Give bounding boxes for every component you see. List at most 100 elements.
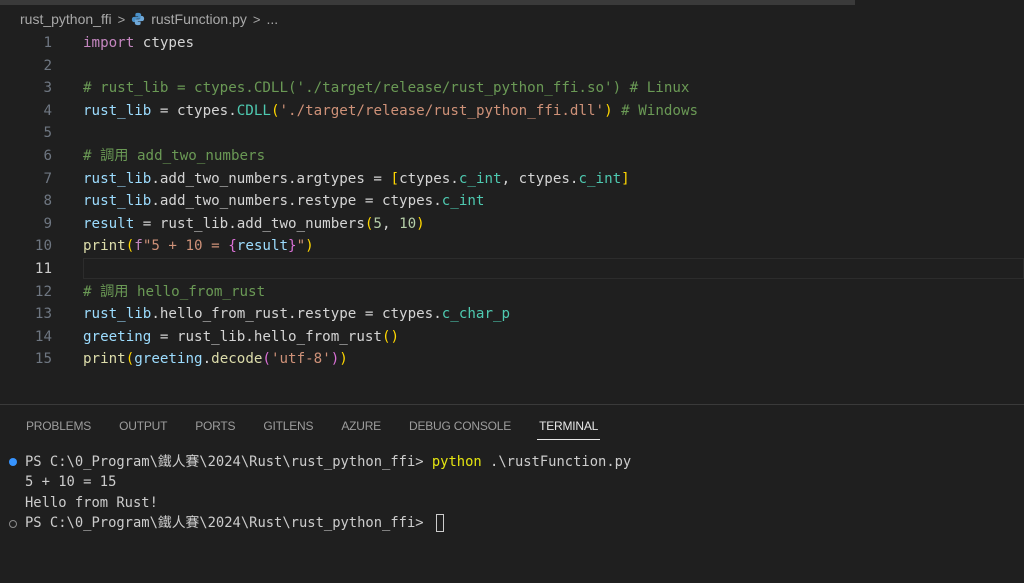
code-token: [ <box>390 170 400 187</box>
code-token: = rust_lib.hello_from_rust <box>151 328 382 345</box>
line-number: 4 <box>43 102 52 119</box>
code-token: ] <box>621 170 630 187</box>
line-number: 13 <box>34 306 52 323</box>
tab-gitlens[interactable]: GITLENS <box>263 418 313 438</box>
code-token: # 調用 add_two_numbers <box>83 148 266 164</box>
code-line[interactable]: 13 rust_lib.hello_from_rust.restype = cty… <box>0 303 1024 326</box>
line-number: 15 <box>34 351 52 368</box>
code-line[interactable]: 5 <box>0 122 1024 145</box>
code-text: rust_lib.hello_from_rust.restype = ctype… <box>83 303 510 326</box>
command-pending-dot-icon[interactable] <box>9 520 17 528</box>
chevron-right-icon: > <box>252 11 261 27</box>
code-line[interactable]: 15 print(greeting.decode('utf-8')) <box>0 348 1024 371</box>
breadcrumb-file[interactable]: rustFunction.py <box>151 11 247 27</box>
code-line[interactable]: 7 rust_lib.add_two_numbers.argtypes = [ct… <box>0 168 1024 191</box>
line-number: 5 <box>43 125 52 142</box>
tab-terminal[interactable]: TERMINAL <box>537 418 601 440</box>
code-token: import <box>83 35 135 51</box>
scrollbar-thumb[interactable] <box>0 0 855 5</box>
tab-debug-console[interactable]: DEBUG CONSOLE <box>409 418 511 438</box>
code-token: c_int <box>458 170 502 187</box>
code-token: = ctypes. <box>151 102 237 119</box>
code-token: c_int <box>578 170 622 187</box>
code-token: " <box>296 238 306 255</box>
code-token: , ctypes. <box>501 170 579 187</box>
code-line[interactable]: 2 <box>0 55 1024 78</box>
code-token: rust_lib <box>83 193 152 210</box>
code-token: # Windows <box>612 102 699 119</box>
terminal-prompt: PS C:\0_Program\鐵人賽\2024\Rust\rust_pytho… <box>25 515 432 531</box>
code-text: import ctypes <box>83 32 194 55</box>
code-token: () <box>381 328 400 345</box>
code-line[interactable]: 1 import ctypes <box>0 32 1024 55</box>
breadcrumb: rust_python_ffi > rustFunction.py > ... <box>20 8 278 30</box>
code-token: greeting <box>83 328 152 345</box>
code-token: "5 + 10 = <box>142 238 229 255</box>
code-token: './target/release/rust_python_ffi.dll' <box>279 102 605 119</box>
command-success-dot-icon[interactable] <box>9 458 17 466</box>
code-token: greeting <box>134 351 203 368</box>
line-number: 1 <box>43 35 52 51</box>
code-editor[interactable]: 1 import ctypes 2 3 # rust_lib = ctypes.CDLL… <box>0 32 1024 402</box>
breadcrumb-folder[interactable]: rust_python_ffi <box>20 11 112 27</box>
code-token: ( <box>262 351 271 368</box>
tab-ports[interactable]: PORTS <box>195 418 235 438</box>
code-token: print <box>83 238 126 255</box>
code-token: 'utf-8' <box>270 351 331 368</box>
code-text: print(f"5 + 10 = {result}") <box>83 235 314 258</box>
code-text: rust_lib.add_two_numbers.argtypes = [cty… <box>83 168 630 191</box>
code-text: rust_lib.add_two_numbers.restype = ctype… <box>83 190 484 213</box>
line-number: 11 <box>34 261 52 277</box>
code-token: # rust_lib = ctypes.CDLL('./target/relea… <box>83 80 690 97</box>
code-line[interactable]: 12 # 調用 hello_from_rust <box>0 281 1024 304</box>
code-line[interactable]: 6 # 調用 add_two_numbers <box>0 145 1024 168</box>
terminal-command: python <box>431 454 482 470</box>
terminal-cursor <box>435 514 444 532</box>
code-text: # 調用 hello_from_rust <box>83 281 265 304</box>
code-text: # 調用 add_two_numbers <box>83 145 265 168</box>
code-line[interactable]: 11 <box>0 258 1024 281</box>
tab-azure[interactable]: AZURE <box>341 418 381 438</box>
terminal-line: PS C:\0_Program\鐵人賽\2024\Rust\rust_pytho… <box>25 513 444 534</box>
code-token: ) <box>416 215 425 232</box>
code-token: decode <box>211 351 263 368</box>
line-number: 3 <box>43 80 52 97</box>
line-number: 14 <box>34 328 52 345</box>
code-token: c_char_p <box>441 306 511 323</box>
panel-divider[interactable] <box>0 404 1024 405</box>
code-token: rust_lib <box>83 170 152 187</box>
code-token: CDLL <box>236 102 271 119</box>
terminal-output-line: Hello from Rust! <box>25 495 158 511</box>
line-number: 2 <box>43 57 52 74</box>
terminal-line: PS C:\0_Program\鐵人賽\2024\Rust\rust_pytho… <box>25 452 631 473</box>
code-token: .add_two_numbers.argtypes = <box>151 170 391 187</box>
tab-problems[interactable]: PROBLEMS <box>26 418 91 438</box>
chevron-right-icon: > <box>117 11 126 27</box>
code-line[interactable]: 10 print(f"5 + 10 = {result}") <box>0 235 1024 258</box>
code-token: ( <box>125 351 135 368</box>
terminal-prompt: PS C:\0_Program\鐵人賽\2024\Rust\rust_pytho… <box>25 454 432 470</box>
current-line-highlight <box>83 258 1024 279</box>
code-token: { <box>228 238 237 255</box>
code-token: ) <box>604 102 613 119</box>
panel-tabs: PROBLEMS OUTPUT PORTS GITLENS AZURE DEBUG CON… <box>26 418 626 440</box>
code-token: 10 <box>399 215 417 232</box>
code-line[interactable]: 4 rust_lib = ctypes.CDLL('./target/releas… <box>0 100 1024 123</box>
code-token: rust_lib <box>83 102 152 119</box>
code-token: ctypes. <box>399 170 459 187</box>
code-text: result = rust_lib.add_two_numbers(5, 10) <box>83 213 425 236</box>
code-line[interactable]: 14 greeting = rust_lib.hello_from_rust() <box>0 326 1024 349</box>
terminal-command-args: .\rustFunction.py <box>481 454 632 470</box>
tab-output[interactable]: OUTPUT <box>119 418 167 438</box>
code-line[interactable]: 3 # rust_lib = ctypes.CDLL('./target/rele… <box>0 77 1024 100</box>
code-line[interactable]: 8 rust_lib.add_two_numbers.restype = ctyp… <box>0 190 1024 213</box>
code-token: ) <box>339 351 348 368</box>
code-token: ( <box>125 238 135 255</box>
code-line[interactable]: 9 result = rust_lib.add_two_numbers(5, 10… <box>0 213 1024 236</box>
breadcrumb-more[interactable]: ... <box>267 11 279 27</box>
code-token: result <box>83 215 135 232</box>
code-token: = rust_lib.add_two_numbers <box>134 215 365 232</box>
code-token: ctypes <box>134 35 195 51</box>
line-number: 6 <box>43 148 52 164</box>
horizontal-scrollbar[interactable] <box>0 0 1024 5</box>
